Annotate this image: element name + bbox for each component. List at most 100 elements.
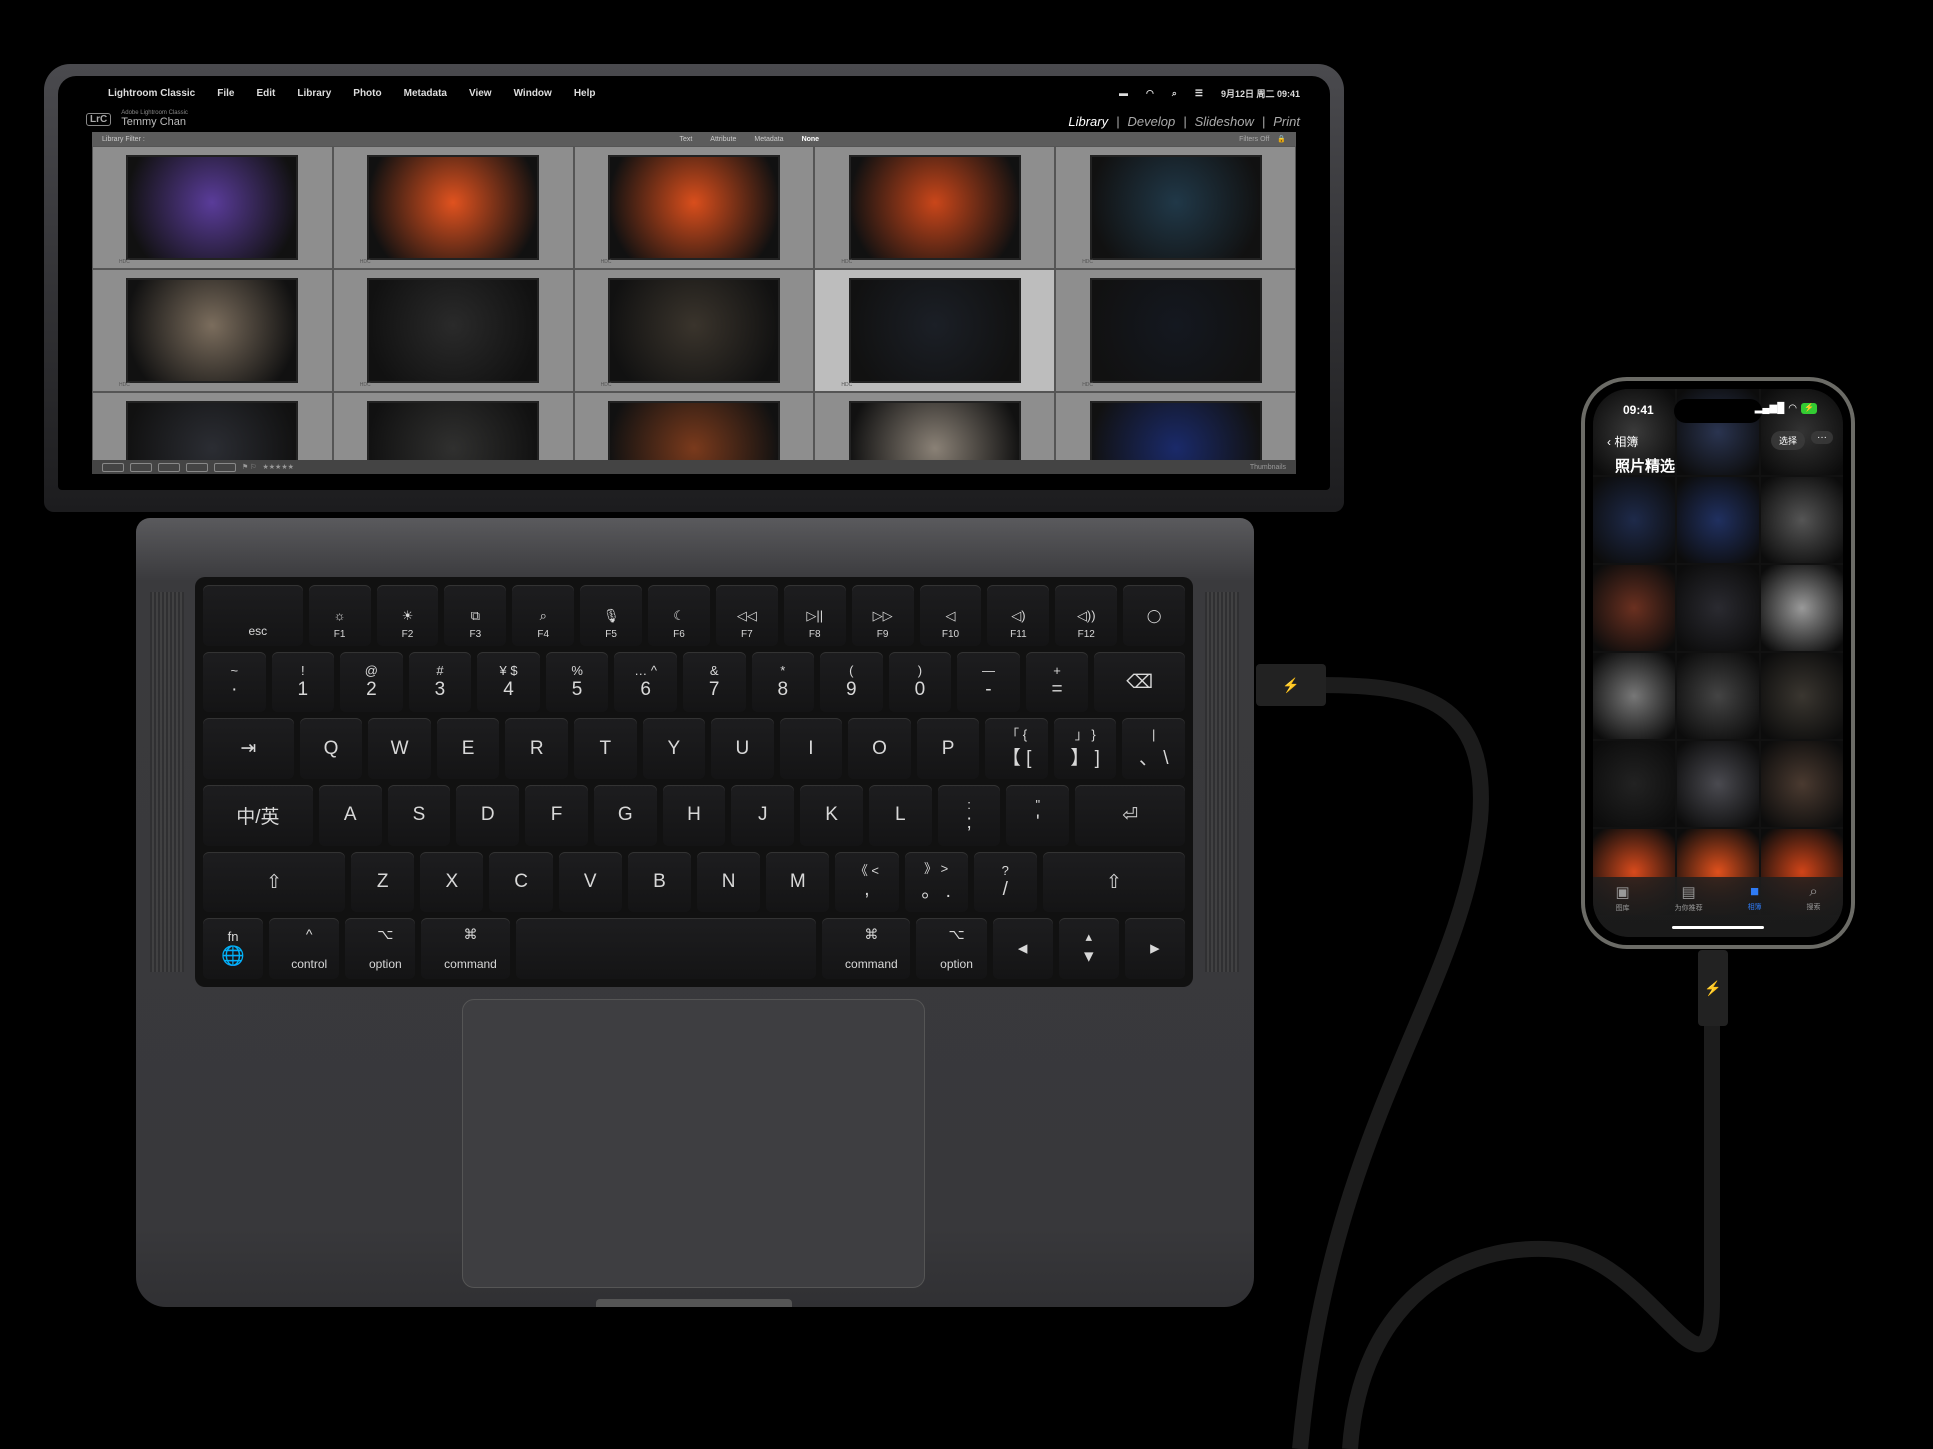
photo-thumbnail[interactable]: HDC [573,392,815,460]
key-0[interactable]: ) 0 [888,651,952,713]
phone-photo[interactable] [1593,741,1675,827]
key-k5-8[interactable]: ▴ ▾ [1058,918,1119,980]
filter-text[interactable]: Text [679,136,692,143]
menu-clock[interactable]: 9月12日 周二 09:41 [1221,87,1300,100]
key-k1-11[interactable]: — - [957,651,1020,713]
key-command[interactable]: ⌘ command [421,918,510,980]
back-to-albums-button[interactable]: ‹ 相簿 [1607,433,1638,450]
filter-metadata[interactable]: Metadata [754,136,783,143]
key-p[interactable]: P [916,718,980,780]
filter-none[interactable]: None [802,136,820,143]
tab-library[interactable]: ▣ 图库 [1615,883,1629,937]
key-k4-10[interactable]: ? / [973,851,1037,913]
menu-library[interactable]: Library [297,88,331,99]
key-r[interactable]: R [505,718,568,780]
key-k4-0[interactable]: ⇧ [203,851,346,913]
photo-thumbnail[interactable]: HDC [92,146,333,269]
key-k3-12[interactable]: ⏎ [1075,785,1186,846]
phone-photo[interactable] [1677,741,1759,827]
select-button[interactable]: 选择 [1770,431,1805,450]
key-k3-0[interactable]: 中/英 [203,785,313,846]
key-n[interactable]: N [697,851,761,913]
key-k2-0[interactable]: ⇥ [203,718,294,780]
key-option[interactable]: ⌥ option [916,918,987,980]
key-k3-10[interactable]: :; [937,785,1001,846]
key-l[interactable]: L [868,785,932,846]
key-f9[interactable]: ▷▷ F9 [851,585,914,646]
module-slideshow[interactable]: Slideshow [1195,114,1254,129]
photo-thumbnail[interactable]: HDC [1055,269,1296,392]
key-w[interactable]: W [368,718,431,780]
key-y[interactable]: Y [642,718,706,780]
key-i[interactable]: I [779,718,843,780]
search-icon[interactable]: ⌕ [1172,88,1177,99]
photo-thumbnail[interactable]: HDC [92,269,333,392]
key-z[interactable]: Z [351,851,415,913]
key-option[interactable]: ⌥ option [345,918,416,980]
key-f2[interactable]: ☀ F2 [376,585,439,646]
phone-photo[interactable] [1677,565,1759,651]
key-g[interactable]: G [593,785,657,846]
phone-photo[interactable] [1677,653,1759,739]
phone-photo[interactable] [1761,477,1843,563]
photo-thumbnail[interactable]: HDC [1055,146,1296,269]
filters-off-dropdown[interactable]: Filters Off [1239,136,1269,143]
key-v[interactable]: V [558,851,622,913]
key-2[interactable]: @2 [340,651,403,713]
key-4[interactable]: ¥ $4 [477,651,540,713]
lock-icon[interactable]: 🔒 [1277,135,1286,143]
control-center-icon[interactable]: ☰ [1195,88,1203,99]
key-k5-7[interactable]: ◂ [992,918,1053,980]
key-h[interactable]: H [662,785,726,846]
grid-view-button[interactable] [102,462,124,472]
key-k4-9[interactable]: 》 > 。 . [904,851,968,913]
phone-photo[interactable] [1593,565,1675,651]
key-k4-11[interactable]: ⇧ [1042,851,1185,913]
key-x[interactable]: X [420,851,484,913]
key-k[interactable]: K [800,785,863,846]
key-f12[interactable]: ◁)) F12 [1055,585,1118,646]
key-b[interactable]: B [627,851,691,913]
more-button[interactable]: ··· [1811,431,1833,444]
key-k1-13[interactable]: ⌫ [1094,651,1186,713]
key-k1-0[interactable]: ~ · [203,651,266,713]
key-f[interactable]: F [525,785,588,846]
key-k2-11[interactable]: 「 {【 [ [985,718,1048,780]
key-a[interactable]: A [318,785,382,846]
phone-photo[interactable] [1761,741,1843,827]
photo-thumbnail[interactable]: HDC [573,269,815,392]
photo-thumbnail[interactable]: HDC [1055,392,1296,460]
key-k3-11[interactable]: " ' [1006,785,1070,846]
key-f5[interactable]: 🎙 F5 [580,585,643,646]
photo-thumbnail[interactable]: HDC [814,392,1056,460]
star-rating[interactable]: ★★★★★ [263,463,294,471]
key-command[interactable]: ⌘ command [822,918,911,980]
key-f10[interactable]: ◁ F10 [919,585,982,646]
key-u[interactable]: U [711,718,774,780]
key-5[interactable]: % 5 [545,651,609,713]
key-8[interactable]: * 8 [751,651,815,713]
module-library[interactable]: Library [1068,114,1108,129]
menu-help[interactable]: Help [574,88,596,99]
phone-photo[interactable] [1761,653,1843,739]
key-control[interactable]: ^ control [269,918,340,980]
menu-edit[interactable]: Edit [256,88,275,99]
key-k5-0[interactable]: fn 🌐 [203,918,264,980]
phone-photo[interactable] [1761,565,1843,651]
key-f1[interactable]: ☼ F1 [308,585,371,646]
key-j[interactable]: J [731,785,795,846]
menu-metadata[interactable]: Metadata [404,88,447,99]
key-6[interactable]: … ^ 6 [614,651,677,713]
home-indicator[interactable] [1672,926,1764,929]
key-9[interactable]: (9 [820,651,883,713]
key-c[interactable]: C [489,851,553,913]
key-d[interactable]: D [456,785,520,846]
compare-view-button[interactable] [158,462,180,472]
photo-thumbnail[interactable]: HDC [332,392,574,460]
module-develop[interactable]: Develop [1128,114,1176,129]
key-k2-13[interactable]: | 、 \ [1122,718,1186,780]
key-1[interactable]: ! 1 [271,651,335,713]
menu-app-name[interactable]: Lightroom Classic [108,88,195,99]
wifi-icon[interactable]: ◠ [1146,88,1154,99]
people-view-button[interactable] [214,462,236,472]
